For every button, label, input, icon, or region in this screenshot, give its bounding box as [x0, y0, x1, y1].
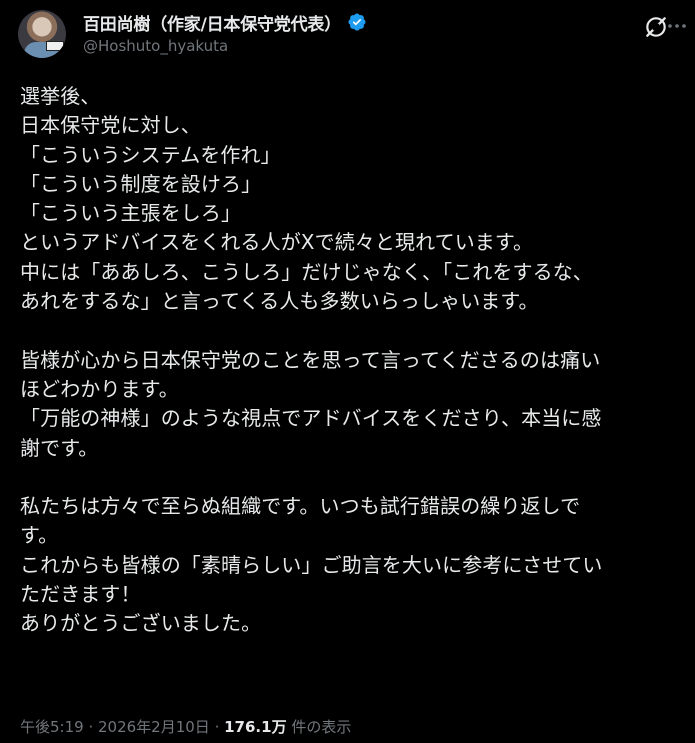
tweet-header: 百田尚樹（作家/日本保守党代表） @Hoshuto_hyakuta: [16, 8, 686, 62]
avatar-sign: [46, 41, 64, 51]
tweet-line: 「万能の神様」のような視点でアドバイスをくださり、本当に感: [20, 406, 602, 431]
tweet-line: ほどわかります。: [20, 376, 179, 401]
tweet-line: す。: [20, 523, 59, 548]
tweet-line: というアドバイスをくれる人がXで続々と現れています。: [20, 230, 534, 255]
views-count: 176.1万: [224, 718, 287, 736]
tweet-line: あれをするな」と言ってくる人も多数いらっしゃいます。: [20, 289, 539, 314]
tweet-line: 謝です。: [20, 435, 99, 460]
tweet-meta: 午後5:19 · 2026年2月10日 · 176.1万 件の表示: [20, 716, 351, 737]
meta-separator: ·: [209, 718, 225, 736]
profile-avatar[interactable]: [18, 10, 66, 58]
verified-badge-icon: [348, 13, 366, 31]
tweet-line: 皆様が心から日本保守党のことを思って言ってくださるのは痛い: [20, 347, 601, 372]
views-label: 件の表示: [286, 718, 352, 736]
tweet-text: 選挙後、 日本保守党に対し、 「こういうシステムを作れ」 「こういう制度を設けろ…: [20, 82, 680, 639]
tweet-time[interactable]: 午後5:19: [20, 718, 84, 736]
more-icon[interactable]: [665, 14, 689, 38]
name-row: 百田尚樹（作家/日本保守党代表）: [83, 10, 367, 35]
author-display-name[interactable]: 百田尚樹（作家/日本保守党代表）: [83, 10, 341, 35]
tweet-line: これからも皆様の「素晴らしい」ご助言を大いに参考にさせてい: [20, 552, 603, 577]
tweet-line: 「こういうシステムを作れ」: [20, 142, 281, 167]
tweet-line: 中には「ああしろ、こうしろ」だけじゃなく、「これをするな、: [20, 259, 593, 284]
tweet-line: 「こういう制度を設けろ」: [20, 171, 262, 196]
tweet-line: 選挙後、: [20, 84, 101, 108]
meta-separator: ·: [83, 718, 98, 736]
tweet-date[interactable]: 2026年2月10日: [98, 718, 210, 736]
author-handle[interactable]: @Hoshuto_hyakuta: [83, 37, 228, 55]
paragraph-break: [20, 463, 680, 492]
tweet-line: ただきます！: [20, 582, 141, 607]
tweet-line: 「こういう主張をしろ」: [20, 201, 242, 226]
paragraph-break: [20, 316, 680, 345]
tweet-line: ありがとうございました。: [20, 611, 262, 636]
tweet-line: 日本保守党に対し、: [20, 113, 201, 138]
tweet-line: 私たちは方々で至らぬ組織です。いつも試行錯誤の繰り返しで: [20, 494, 581, 519]
